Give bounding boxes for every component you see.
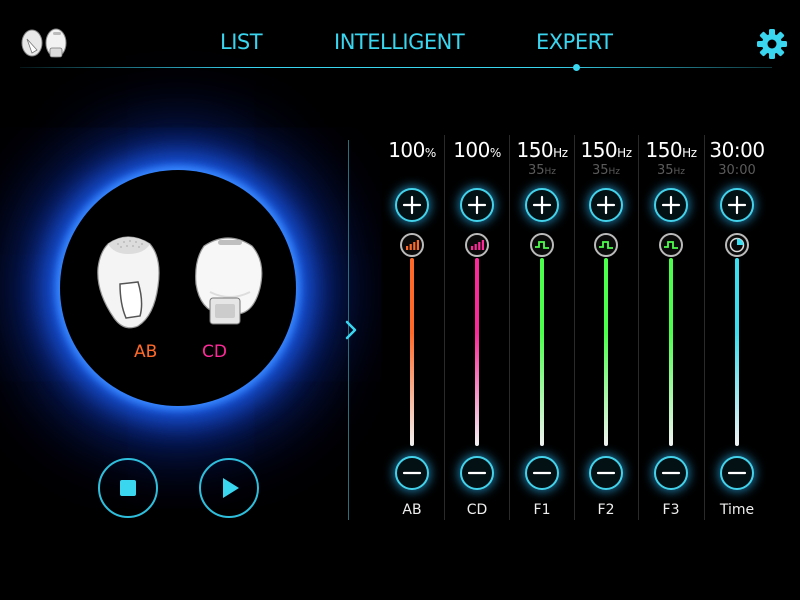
plus-icon xyxy=(727,195,747,215)
decrease-button-f3[interactable] xyxy=(654,456,688,490)
plus-icon xyxy=(532,195,552,215)
slider-track-time[interactable] xyxy=(735,258,739,446)
column-separator xyxy=(574,135,575,520)
column-separator xyxy=(704,135,705,520)
channel-subvalue-unit: Hz xyxy=(544,167,557,177)
minus-icon xyxy=(532,471,552,475)
channel-value-number: 100 xyxy=(453,138,490,162)
channel-label-ab: AB xyxy=(402,502,422,518)
nav-underline xyxy=(20,67,772,68)
minus-icon xyxy=(467,471,487,475)
tab-list[interactable]: LIST xyxy=(220,30,263,54)
plus-icon xyxy=(402,195,422,215)
earbuds-logo-icon xyxy=(21,28,67,58)
left-earbud-label: AB xyxy=(134,342,158,362)
active-tab-indicator xyxy=(573,64,580,71)
channel-subvalue-f2: 35Hz xyxy=(573,163,639,178)
plus-icon xyxy=(467,195,487,215)
channel-value-number: 150 xyxy=(580,138,618,162)
decrease-button-ab[interactable] xyxy=(395,456,429,490)
right-earbud-image xyxy=(195,237,263,325)
slider-knob-f2[interactable] xyxy=(594,233,618,257)
channel-value-f2: 150Hz xyxy=(573,138,639,162)
play-button[interactable] xyxy=(199,458,259,518)
channel-subvalue-number: 30:00 xyxy=(718,163,756,178)
increase-button-ab[interactable] xyxy=(395,188,429,222)
channel-value-unit: % xyxy=(424,146,436,160)
channel-value-unit: Hz xyxy=(553,146,568,160)
channel-value-cd: 100% xyxy=(444,138,510,162)
channel-value-unit: Hz xyxy=(617,146,632,160)
channel-value-f3: 150Hz xyxy=(638,138,704,162)
channel-label-time: Time xyxy=(719,502,755,518)
channel-value-number: 100 xyxy=(388,138,425,162)
slider-knob-time[interactable] xyxy=(725,233,749,257)
increase-button-cd[interactable] xyxy=(460,188,494,222)
channel-value-unit: % xyxy=(489,146,501,160)
slider-track-f3[interactable] xyxy=(669,258,673,446)
minus-icon xyxy=(596,471,616,475)
channel-label-f1: F1 xyxy=(533,502,551,518)
channel-subvalue-number: 35 xyxy=(591,163,609,178)
increase-button-time[interactable] xyxy=(720,188,754,222)
decrease-button-cd[interactable] xyxy=(460,456,494,490)
channel-subvalue-number: 35 xyxy=(527,163,545,178)
square-wave-icon xyxy=(532,235,552,259)
slider-knob-cd[interactable] xyxy=(465,233,489,257)
slider-track-f1[interactable] xyxy=(540,258,544,446)
slider-knob-ab[interactable] xyxy=(400,233,424,257)
channel-value-f1: 150Hz xyxy=(509,138,575,162)
slider-knob-f3[interactable] xyxy=(659,233,683,257)
right-earbud-label: CD xyxy=(202,342,227,362)
channel-subvalue-number: 35 xyxy=(656,163,674,178)
square-wave-icon xyxy=(661,235,681,259)
channel-value-number: 150 xyxy=(516,138,554,162)
timer-icon xyxy=(727,235,747,259)
channel-label-cd: CD xyxy=(466,502,488,518)
slider-track-cd[interactable] xyxy=(475,258,479,446)
increase-button-f2[interactable] xyxy=(589,188,623,222)
column-separator xyxy=(444,135,445,520)
minus-icon xyxy=(661,471,681,475)
minus-icon xyxy=(402,471,422,475)
column-separator xyxy=(638,135,639,520)
channel-value-time: 30:00 xyxy=(704,138,770,162)
square-wave-icon xyxy=(596,235,616,259)
channel-subvalue-f3: 35Hz xyxy=(638,163,704,178)
increase-button-f1[interactable] xyxy=(525,188,559,222)
minus-icon xyxy=(727,471,747,475)
plus-icon xyxy=(596,195,616,215)
tab-expert[interactable]: EXPERT xyxy=(536,30,613,54)
play-icon xyxy=(223,478,239,498)
channel-subvalue-unit: Hz xyxy=(608,167,621,177)
channel-label-f2: F2 xyxy=(597,502,615,518)
slider-track-ab[interactable] xyxy=(410,258,414,446)
plus-icon xyxy=(661,195,681,215)
column-separator xyxy=(509,135,510,520)
channel-value-number: 150 xyxy=(645,138,683,162)
channel-subvalue-f1: 35Hz xyxy=(509,163,575,178)
gear-icon[interactable] xyxy=(756,28,788,60)
increase-button-f3[interactable] xyxy=(654,188,688,222)
tab-intelligent[interactable]: INTELLIGENT xyxy=(334,30,465,54)
decrease-button-time[interactable] xyxy=(720,456,754,490)
channel-label-f3: F3 xyxy=(662,502,680,518)
signal-bars-icon xyxy=(467,235,487,259)
stop-icon xyxy=(120,480,136,496)
decrease-button-f2[interactable] xyxy=(589,456,623,490)
channel-subvalue-time: 30:00 xyxy=(704,163,770,178)
chevron-right-icon[interactable] xyxy=(340,316,362,344)
slider-knob-f1[interactable] xyxy=(530,233,554,257)
channel-value-number: 30:00 xyxy=(709,138,765,162)
left-earbud-image xyxy=(97,236,160,329)
channel-subvalue-unit: Hz xyxy=(673,167,686,177)
signal-bars-icon xyxy=(402,235,422,259)
decrease-button-f1[interactable] xyxy=(525,456,559,490)
slider-track-f2[interactable] xyxy=(604,258,608,446)
stop-button[interactable] xyxy=(98,458,158,518)
channel-value-unit: Hz xyxy=(682,146,697,160)
channel-value-ab: 100% xyxy=(379,138,445,162)
